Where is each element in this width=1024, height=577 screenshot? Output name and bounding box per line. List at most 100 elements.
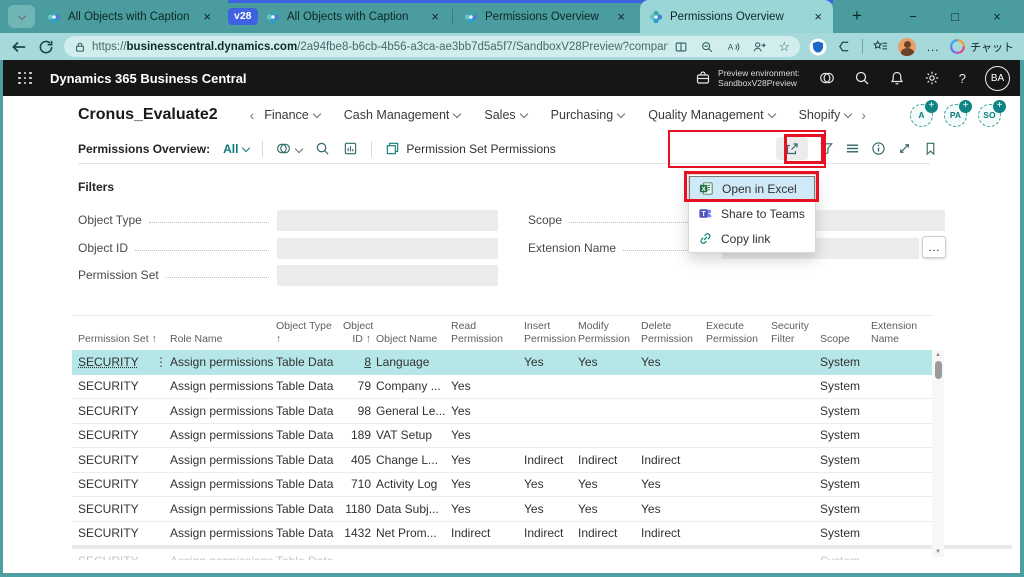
permission-set-permissions-button[interactable]: Permission Set Permissions (385, 141, 555, 156)
table-cell[interactable]: Table Data (276, 453, 343, 467)
table-cell[interactable]: General Le... (376, 404, 451, 418)
nav-menu-sales[interactable]: Sales (484, 108, 526, 122)
tab-search-button[interactable] (8, 5, 35, 28)
table-cell[interactable]: System (820, 554, 871, 560)
browser-more-icon[interactable]: … (926, 39, 940, 54)
table-row[interactable]: SECURITYAssign permissions ...Table Data… (72, 549, 933, 560)
object-type-input[interactable] (277, 210, 498, 231)
tab-close-icon[interactable]: × (615, 9, 627, 24)
table-cell[interactable]: Indirect (524, 526, 578, 540)
table-cell[interactable]: Indirect (451, 526, 524, 540)
table-cell[interactable]: System (820, 428, 871, 442)
browser-profile-avatar[interactable] (898, 38, 916, 56)
table-cell[interactable]: 405 (343, 453, 376, 467)
nav-menu-shopify[interactable]: Shopify (799, 108, 852, 122)
table-cell[interactable]: Yes (524, 502, 578, 516)
role-badge-pa[interactable]: PA+ (944, 104, 967, 127)
table-cell[interactable]: Table Data (276, 526, 343, 540)
profile-icon[interactable] (752, 40, 766, 54)
app-launcher-icon[interactable] (18, 72, 32, 85)
favorite-star-icon[interactable]: ☆ (778, 39, 790, 55)
table-cell[interactable]: Table Data (276, 379, 343, 393)
copilot-chat-button[interactable]: チャット (950, 39, 1014, 55)
table-cell[interactable]: Indirect (578, 453, 641, 467)
table-cell[interactable]: Yes (578, 477, 641, 491)
table-cell[interactable]: Yes (451, 428, 524, 442)
table-row[interactable]: SECURITYAssign permissions ...Table Data… (72, 375, 933, 400)
column-header[interactable]: Object Name (376, 333, 451, 351)
table-cell[interactable]: Assign permissions ... (170, 355, 276, 369)
split-screen-icon[interactable] (674, 40, 688, 54)
column-header[interactable]: Execute Permission (706, 320, 771, 350)
browser-tab-2[interactable]: All Objects with Caption × (257, 0, 450, 33)
table-cell[interactable]: Table Data (276, 554, 343, 560)
table-cell[interactable]: Assign permissions ... (170, 526, 276, 540)
new-tab-button[interactable]: + (845, 4, 869, 28)
table-row[interactable]: SECURITYAssign permissions ...Table Data… (72, 497, 933, 522)
table-cell[interactable]: Yes (641, 477, 706, 491)
table-cell[interactable]: System (820, 379, 871, 393)
table-cell[interactable]: 189 (343, 428, 376, 442)
column-header[interactable]: Delete Permission (641, 320, 706, 350)
table-cell[interactable]: System (820, 526, 871, 540)
table-cell[interactable]: 8 (343, 355, 376, 369)
view-filter-dropdown[interactable]: All (223, 142, 249, 156)
scroll-down-icon[interactable]: ▼ (932, 549, 944, 555)
table-cell[interactable]: Net Prom... (376, 526, 451, 540)
table-cell[interactable]: Assign permissions ... (170, 428, 276, 442)
table-cell[interactable]: Language (376, 355, 451, 369)
table-cell[interactable]: System (820, 453, 871, 467)
settings-gear-icon[interactable] (924, 70, 940, 86)
table-cell[interactable]: Indirect (641, 453, 706, 467)
table-cell[interactable]: Yes (578, 355, 641, 369)
favorites-bar-icon[interactable] (873, 39, 888, 54)
table-cell[interactable]: Assign permissions ... (170, 453, 276, 467)
table-cell[interactable]: System (820, 404, 871, 418)
table-cell[interactable]: SECURITY (72, 554, 155, 560)
table-cell[interactable]: Yes (451, 404, 524, 418)
table-cell[interactable]: Yes (578, 502, 641, 516)
maximize-button[interactable]: □ (934, 9, 976, 24)
tab-group-badge[interactable]: v28 (228, 8, 258, 25)
copilot-menu-button[interactable] (276, 141, 302, 156)
table-cell[interactable]: Table Data (276, 428, 343, 442)
company-name[interactable]: Cronus_Evaluate2 (78, 106, 218, 124)
table-cell[interactable]: Activity Log (376, 477, 451, 491)
table-cell[interactable]: Change L... (376, 453, 451, 467)
tab-close-icon[interactable]: × (812, 9, 824, 24)
table-cell[interactable]: Assign permissions ... (170, 379, 276, 393)
tab-close-icon[interactable]: × (201, 9, 213, 24)
nav-menu-purchasing[interactable]: Purchasing (551, 108, 625, 122)
scrollbar-thumb[interactable] (935, 361, 942, 379)
copilot-icon[interactable] (819, 70, 835, 86)
table-cell[interactable]: SECURITY (72, 428, 155, 442)
table-cell[interactable]: Yes (524, 355, 578, 369)
url-bar[interactable]: https://businesscentral.dynamics.com/2a9… (64, 36, 800, 57)
expand-icon[interactable] (897, 141, 912, 156)
table-cell[interactable]: SECURITY (72, 453, 155, 467)
read-aloud-icon[interactable]: A (726, 40, 740, 54)
table-row[interactable]: SECURITYAssign permissions ...Table Data… (72, 399, 933, 424)
role-badge-so[interactable]: SO+ (978, 104, 1001, 127)
extension-name-assist-button[interactable]: … (922, 236, 946, 258)
column-header[interactable]: Role Name (170, 333, 276, 351)
object-id-input[interactable] (277, 238, 498, 259)
table-cell[interactable]: Yes (451, 379, 524, 393)
browser-tab-3[interactable]: Permissions Overview × (455, 0, 636, 33)
column-header[interactable]: Extension Name (871, 320, 933, 350)
table-row[interactable]: SECURITYAssign permissions ...Table Data… (72, 522, 933, 547)
minimize-button[interactable]: − (892, 9, 934, 24)
tab-close-icon[interactable]: × (429, 9, 441, 24)
table-cell[interactable]: Yes (451, 502, 524, 516)
search-list-icon[interactable] (315, 141, 330, 156)
table-cell[interactable]: 710 (343, 477, 376, 491)
help-icon[interactable]: ? (959, 71, 966, 86)
table-cell[interactable]: SECURITY (72, 355, 155, 369)
column-header[interactable]: Modify Permission (578, 320, 641, 350)
close-window-button[interactable]: × (976, 9, 1018, 24)
column-header[interactable]: Scope (820, 333, 871, 351)
role-badge-a[interactable]: A+ (910, 104, 933, 127)
table-row[interactable]: SECURITY Assign permissions ...Table Data… (72, 424, 933, 449)
table-row[interactable]: SECURITYAssign permissions ...Table Data… (72, 473, 933, 498)
search-icon[interactable] (854, 70, 870, 86)
